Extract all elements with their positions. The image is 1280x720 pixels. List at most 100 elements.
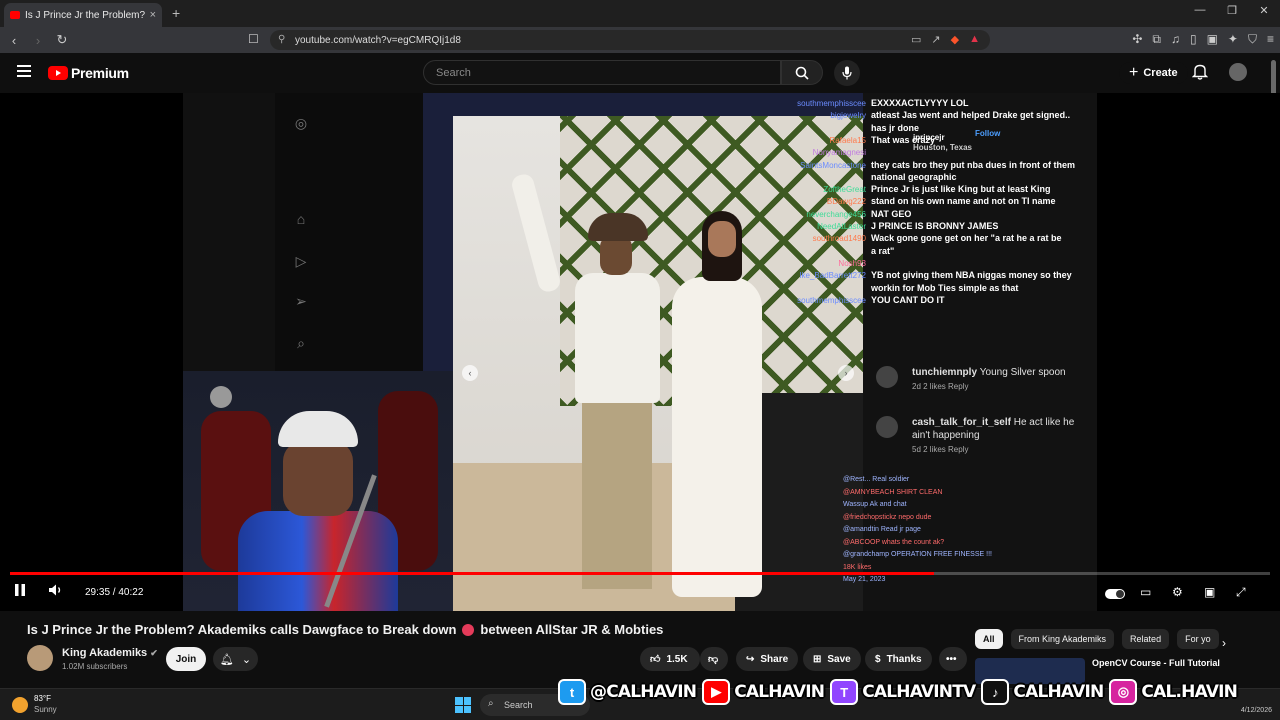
autoplay-toggle[interactable] [1105, 589, 1125, 599]
dislike-button[interactable]: 👎︎ [700, 647, 728, 671]
minimize-button[interactable]: — [1184, 4, 1216, 17]
omnibox-actions: ▭ ↗ ◆ ▲ [911, 33, 980, 46]
miniplayer-icon[interactable]: ▣ [1204, 585, 1215, 599]
mobile-chat-line: May 21, 2023 [843, 576, 886, 583]
search-input[interactable]: Search [423, 60, 781, 85]
hamburger-menu-icon[interactable] [17, 65, 31, 77]
menu-icon[interactable]: ≡ [1267, 32, 1274, 47]
chat-message: YB not giving them NBA niggas money so t… [871, 270, 1072, 281]
notifications-bell-icon[interactable] [1191, 63, 1209, 85]
cast-icon[interactable]: ▭ [911, 33, 921, 46]
chat-message: a rat" [871, 245, 895, 256]
channel-name[interactable]: King Akademiks ✔ [62, 647, 158, 659]
recommendation-title[interactable]: OpenCV Course - Full Tutorial [1092, 658, 1220, 668]
direct-icon: ➢ [295, 293, 307, 309]
chat-message: they cats bro they put nba dues in front… [871, 159, 1076, 170]
twitch-icon: T [830, 679, 859, 705]
chip-all[interactable]: All [975, 629, 1003, 649]
home-icon: ⌂ [296, 211, 306, 227]
chip-for-you[interactable]: For yo [1177, 629, 1219, 649]
brave-shield-icon[interactable]: ◆ [951, 33, 959, 46]
maximize-button[interactable]: ❐ [1216, 4, 1248, 17]
save-button[interactable]: ⊞ Save [803, 647, 861, 671]
tab-close-icon[interactable]: × [150, 9, 156, 21]
youtube-header: Premium Search + Create [0, 53, 1280, 93]
chat-username: Nonyamagnesi [812, 148, 866, 158]
start-windows-icon[interactable] [455, 697, 471, 713]
social-handle: t @CALHAVIN [558, 679, 697, 705]
volume-button[interactable] [48, 583, 64, 600]
commenter-avatar [876, 416, 898, 438]
url-field[interactable]: ⚲ youtube.com/watch?v=egCMRQIj1d8 ▭ ↗ ◆ … [270, 30, 990, 50]
share-page-icon[interactable]: ↗ [931, 33, 940, 46]
chips-next-icon[interactable]: › [1222, 636, 1226, 650]
progress-played [10, 572, 934, 575]
social-handle: T CALHAVINTV [830, 679, 976, 705]
rewards-icon[interactable]: ▲ [969, 33, 980, 46]
ig-follow-button[interactable]: Follow [975, 129, 1000, 138]
next-photo-icon: › [838, 365, 854, 381]
site-info-icon[interactable]: ⚲ [278, 34, 285, 45]
sun-icon [12, 697, 28, 713]
create-label: Create [1143, 67, 1178, 79]
share-button[interactable]: ↪ Share [736, 647, 799, 671]
chat-message: NAT GEO [871, 208, 912, 219]
prev-photo-icon: ‹ [462, 365, 478, 381]
account-avatar[interactable] [1229, 63, 1247, 81]
channel-avatar[interactable] [27, 645, 53, 671]
youtube-premium-logo[interactable]: Premium [48, 65, 129, 81]
mobile-chat-line: Wassup Ak and chat [843, 501, 907, 508]
chat-username: Nosh93 [838, 258, 866, 268]
ai-icon[interactable]: ✦ [1228, 32, 1238, 47]
search-sidebar-icon: ⌕ [297, 335, 305, 351]
sidebar-icon[interactable]: ▯ [1190, 32, 1197, 47]
social-handle-label: @CALHAVIN [590, 682, 697, 702]
subscribed-notifications-button[interactable]: 🔔︎ ⌄ [213, 647, 258, 671]
wallet-icon[interactable]: ▣ [1207, 32, 1218, 47]
ig-location: Houston, Texas [913, 143, 972, 152]
chat-username: ZoftheGreat [823, 185, 866, 195]
url-text: youtube.com/watch?v=egCMRQIj1d8 [295, 34, 461, 46]
back-icon[interactable]: ‹ [4, 33, 24, 48]
woman-in-white-dress [650, 211, 762, 601]
mobile-chat-line: @amandtin Read jr page [843, 526, 921, 533]
screenshot-icon[interactable]: ⧉ [1152, 32, 1161, 47]
join-button[interactable]: Join [166, 647, 206, 671]
chip-from-channel[interactable]: From King Akademiks [1010, 629, 1115, 649]
thanks-button[interactable]: $ Thanks [865, 647, 932, 671]
browser-tab[interactable]: Is J Prince Jr the Problem? Ak × [4, 3, 162, 27]
chat-username: bigjewelry [830, 111, 866, 121]
comment-text: Young Silver spoon [979, 367, 1066, 378]
settings-gear-icon[interactable]: ⚙ [1172, 585, 1183, 599]
commenter-avatar [876, 366, 898, 388]
video-player[interactable]: ◎ ⌂ ▷ ➢ ⌕ ‹ › EXXXXACTLYYYY LOL atleast J… [0, 93, 1280, 611]
pause-button[interactable] [14, 583, 26, 600]
extensions-icon[interactable]: ✣ [1132, 32, 1142, 47]
chat-message: J PRINCE IS BRONNY JAMES [871, 221, 999, 231]
social-handle-label: CALHAVINTV [862, 682, 976, 702]
voice-search-button[interactable] [834, 60, 860, 86]
forward-icon[interactable]: › [28, 33, 48, 48]
reload-icon[interactable]: ↻ [52, 32, 72, 48]
mobile-chat-line: @AMNYBEACH SHIRT CLEAN [843, 488, 943, 496]
chip-related[interactable]: Related [1122, 629, 1170, 649]
comment-body: tunchiemnply Young Silver spoon [912, 366, 1092, 379]
search-button[interactable] [781, 60, 823, 85]
more-actions-button[interactable]: ••• [939, 647, 967, 671]
music-icon[interactable]: ♫ [1171, 32, 1180, 47]
instagram-icon: ◎ [1109, 679, 1138, 705]
pause-icon [15, 584, 25, 596]
new-tab-button[interactable]: + [172, 5, 180, 21]
captions-icon[interactable]: ▭ [1140, 585, 1151, 599]
bookmark-icon[interactable]: ☐ [248, 32, 259, 46]
thanks-icon: $ [875, 653, 881, 665]
create-button[interactable]: + Create [1119, 62, 1188, 84]
fullscreen-icon[interactable]: ⤢ [1236, 585, 1246, 600]
emoji-icon [462, 624, 475, 636]
bell-icon: 🔔︎ [219, 653, 234, 666]
close-window-button[interactable]: ✕ [1248, 4, 1280, 17]
browser-tab-bar: Is J Prince Jr the Problem? Ak × + — ❐ ✕ [0, 0, 1280, 27]
like-button[interactable]: 👍︎ 1.5K [640, 647, 700, 671]
vpn-icon[interactable]: ⛉ [1248, 32, 1257, 47]
chat-username: Rafaela15 [829, 135, 866, 145]
